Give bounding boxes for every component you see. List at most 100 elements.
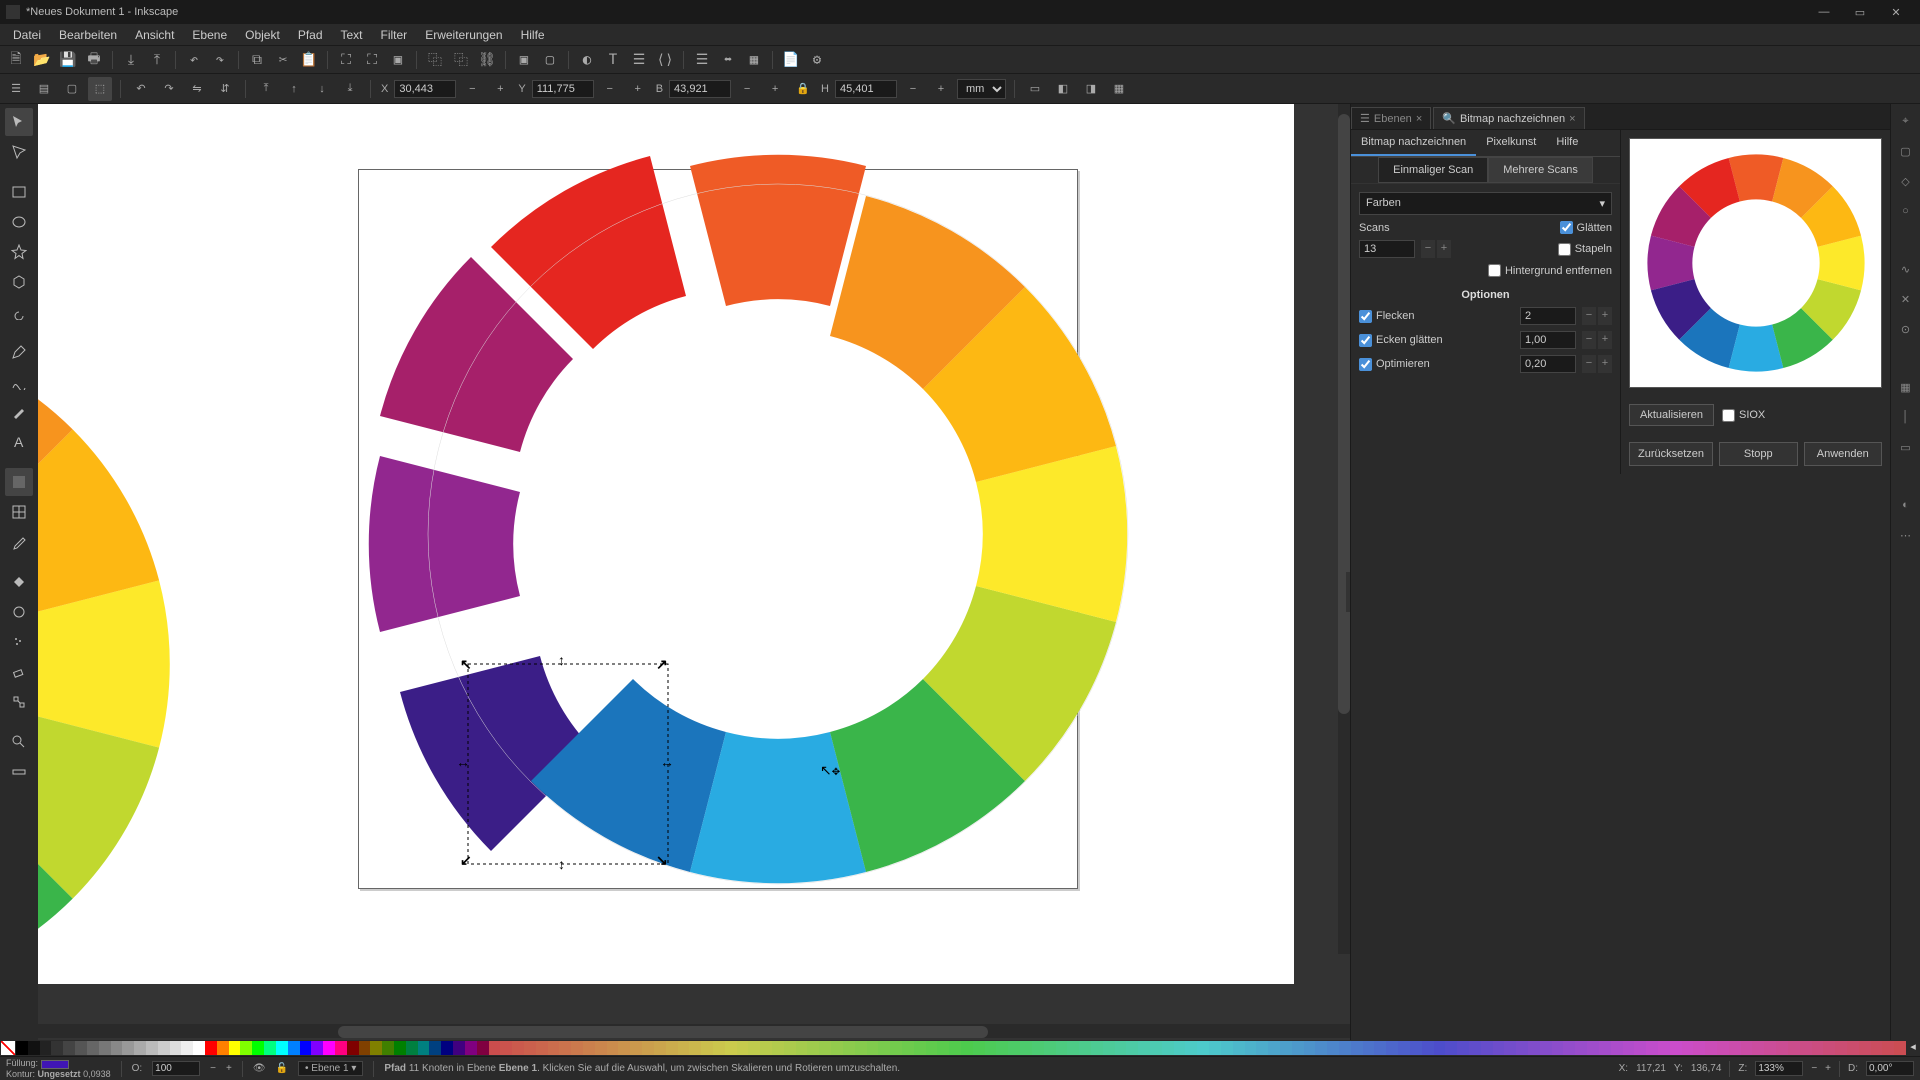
palette-swatch[interactable] <box>1646 1041 1658 1055</box>
palette-swatch[interactable] <box>1859 1041 1871 1055</box>
siox-checkbox[interactable]: SIOX <box>1722 409 1765 422</box>
h-inc[interactable]: + <box>929 77 953 101</box>
palette-swatch[interactable] <box>1079 1041 1091 1055</box>
palette-swatch[interactable] <box>973 1041 985 1055</box>
palette-swatch[interactable] <box>524 1041 536 1055</box>
palette-swatch[interactable] <box>382 1041 394 1055</box>
zoom-input[interactable] <box>1755 1061 1803 1076</box>
palette-swatch[interactable] <box>760 1041 772 1055</box>
palette-swatch[interactable] <box>158 1041 170 1055</box>
strip-snap-grid[interactable]: ▦ <box>1895 376 1917 398</box>
minimize-button[interactable]: ― <box>1806 0 1842 24</box>
zoom-selection-button[interactable]: ⛶ <box>334 48 358 72</box>
palette-swatch[interactable] <box>1174 1041 1186 1055</box>
mesh-tool[interactable] <box>5 498 33 526</box>
layers-button[interactable]: ☰ <box>627 48 651 72</box>
palette-swatch[interactable] <box>300 1041 312 1055</box>
eraser-tool[interactable] <box>5 658 33 686</box>
select-all-button[interactable]: ▤ <box>32 77 56 101</box>
multi-scan-tab[interactable]: Mehrere Scans <box>1488 157 1593 183</box>
gradient-tool[interactable] <box>5 468 33 496</box>
palette-swatch[interactable] <box>878 1041 890 1055</box>
palette-swatch[interactable] <box>1233 1041 1245 1055</box>
palette-swatch[interactable] <box>1398 1041 1410 1055</box>
stop-button[interactable]: Stopp <box>1719 442 1797 466</box>
transform-button[interactable]: ⬌ <box>716 48 740 72</box>
open-button[interactable]: 📂 <box>30 48 54 72</box>
palette-swatch[interactable] <box>1764 1041 1776 1055</box>
palette-swatch[interactable] <box>1528 1041 1540 1055</box>
palette-swatch[interactable] <box>689 1041 701 1055</box>
pencil-tool[interactable] <box>5 338 33 366</box>
palette-swatch[interactable] <box>1693 1041 1705 1055</box>
menu-ansicht[interactable]: Ansicht <box>126 26 183 44</box>
palette-swatch[interactable] <box>831 1041 843 1055</box>
affect-corners-button[interactable]: ◧ <box>1051 77 1075 101</box>
reset-button[interactable]: Zurücksetzen <box>1629 442 1713 466</box>
x-dec[interactable]: − <box>460 77 484 101</box>
strip-snap-other[interactable]: ○ <box>1895 200 1917 222</box>
palette-swatch[interactable] <box>323 1041 335 1055</box>
scans-inc[interactable]: + <box>1437 240 1451 258</box>
speckles-input[interactable] <box>1520 307 1576 325</box>
smooth-checkbox[interactable]: Glätten <box>1560 221 1612 234</box>
w-dec[interactable]: − <box>735 77 759 101</box>
palette-swatch[interactable] <box>1894 1041 1906 1055</box>
handle-se[interactable]: ↘ <box>656 852 668 864</box>
menu-pfad[interactable]: Pfad <box>289 26 332 44</box>
palette-swatch[interactable] <box>1847 1041 1859 1055</box>
palette-swatch[interactable] <box>666 1041 678 1055</box>
palette-swatch[interactable] <box>217 1041 229 1055</box>
strip-snap-intersect[interactable]: ✕ <box>1895 288 1917 310</box>
cut-button[interactable]: ✂ <box>271 48 295 72</box>
rotate-ccw-button[interactable]: ↶ <box>129 77 153 101</box>
bezier-tool[interactable] <box>5 368 33 396</box>
apply-button[interactable]: Anwenden <box>1804 442 1882 466</box>
palette-swatch[interactable] <box>1386 1041 1398 1055</box>
palette-swatch[interactable] <box>772 1041 784 1055</box>
palette-swatch[interactable] <box>1552 1041 1564 1055</box>
palette-swatch[interactable] <box>252 1041 264 1055</box>
affect-gradient-button[interactable]: ◨ <box>1079 77 1103 101</box>
palette-swatch[interactable] <box>16 1041 28 1055</box>
zoom-drawing-button[interactable]: ⛶ <box>360 48 384 72</box>
y-input[interactable] <box>532 80 594 98</box>
single-scan-tab[interactable]: Einmaliger Scan <box>1378 157 1488 183</box>
opacity-input[interactable] <box>152 1061 200 1076</box>
speckles-inc[interactable]: + <box>1598 307 1612 325</box>
close-button[interactable]: ✕ <box>1878 0 1914 24</box>
text-tool[interactable]: A <box>5 428 33 456</box>
handle-ne[interactable]: ↗ <box>656 656 668 668</box>
palette-swatch[interactable] <box>902 1041 914 1055</box>
palette-swatch[interactable] <box>583 1041 595 1055</box>
palette-swatch[interactable] <box>1611 1041 1623 1055</box>
palette-swatch[interactable] <box>536 1041 548 1055</box>
palette-swatch[interactable] <box>926 1041 938 1055</box>
palette-swatch[interactable] <box>1871 1041 1883 1055</box>
connector-tool[interactable] <box>5 688 33 716</box>
fill-stroke-indicator[interactable]: Füllung: Kontur: Ungesetzt 0,0938 <box>6 1058 111 1078</box>
zoom-inc[interactable]: + <box>1825 1063 1831 1074</box>
palette-swatch[interactable] <box>654 1041 666 1055</box>
palette-swatch[interactable] <box>1185 1041 1197 1055</box>
palette-swatch[interactable] <box>1197 1041 1209 1055</box>
handle-e[interactable]: ↔ <box>660 754 672 766</box>
palette-swatch[interactable] <box>512 1041 524 1055</box>
palette-swatch[interactable] <box>1823 1041 1835 1055</box>
palette-swatch[interactable] <box>1056 1041 1068 1055</box>
palette-swatch[interactable] <box>1410 1041 1422 1055</box>
palette-swatch[interactable] <box>701 1041 713 1055</box>
corners-inc[interactable]: + <box>1598 331 1612 349</box>
palette-swatch[interactable] <box>1587 1041 1599 1055</box>
optimize-input[interactable] <box>1520 355 1576 373</box>
speckles-dec[interactable]: − <box>1582 307 1596 325</box>
zoom-page-button[interactable]: ▣ <box>386 48 410 72</box>
spiral-tool[interactable] <box>5 298 33 326</box>
palette-swatch[interactable] <box>1682 1041 1694 1055</box>
node-tool[interactable] <box>5 138 33 166</box>
rotation-input[interactable] <box>1866 1061 1914 1076</box>
palette-swatch[interactable] <box>1268 1041 1280 1055</box>
tab-layers[interactable]: ☰ Ebenen × <box>1351 107 1431 129</box>
update-preview-button[interactable]: Aktualisieren <box>1629 404 1714 426</box>
y-dec[interactable]: − <box>598 77 622 101</box>
